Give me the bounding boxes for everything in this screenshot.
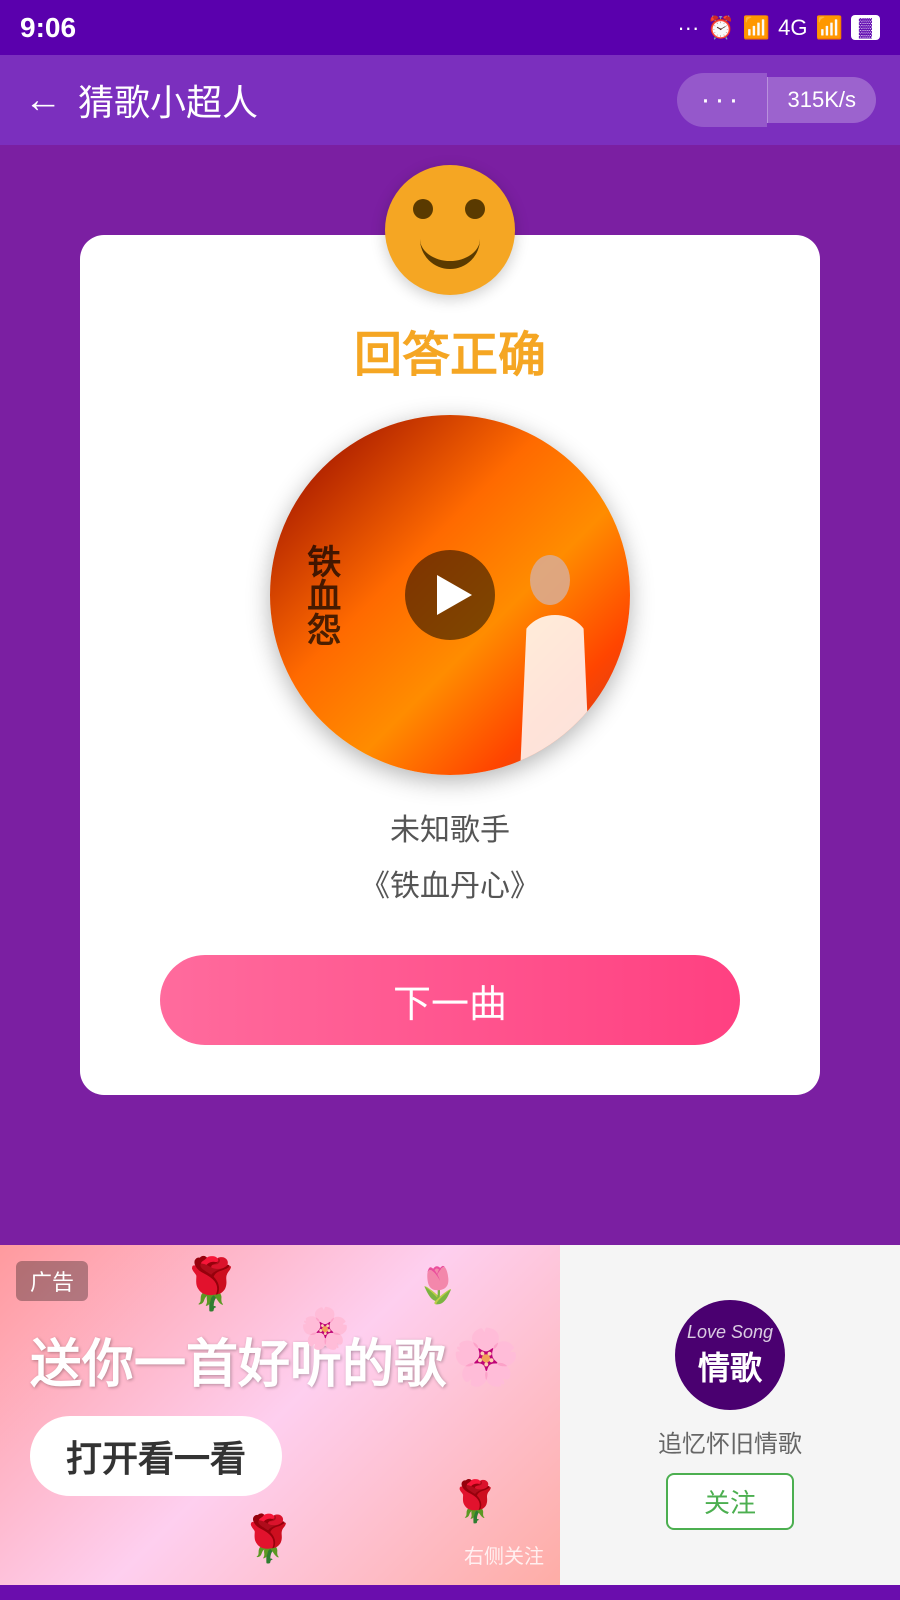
rose-decoration-5: 🌹 [450, 1478, 500, 1525]
signal-icon2: 📶 [815, 15, 842, 41]
signal-dots: ··· [677, 15, 699, 41]
logo-main-text: 情歌 [698, 1343, 762, 1389]
next-song-button[interactable]: 下一曲 [160, 955, 740, 1045]
status-time: 9:06 [20, 12, 76, 44]
song-artist: 未知歌手 [390, 805, 510, 849]
album-figure [510, 555, 610, 775]
top-bar-right: ··· 315K/s [677, 73, 876, 127]
smiley-icon [385, 165, 515, 295]
rose-decoration: 🌹 [180, 1255, 242, 1314]
album-text-overlay: 铁血怨 [300, 544, 341, 646]
page-title: 猜歌小超人 [78, 74, 258, 126]
rose-decoration-3: 🌹 [240, 1512, 296, 1565]
ad-banner: 🌹 🌸 🌹 🌸 🌹 🌷 广告 送你一首好听的歌 打开看一看 右侧关注 Love … [0, 1245, 900, 1585]
menu-button[interactable]: ··· [677, 73, 767, 127]
status-bar: 9:06 ··· ⏰ 📶 4G 📶 ▓ [0, 0, 900, 55]
rose-decoration-6: 🌷 [416, 1265, 460, 1306]
correct-text: 回答正确 [354, 315, 546, 385]
speed-badge: 315K/s [767, 77, 877, 123]
top-bar: ← 猜歌小超人 ··· 315K/s [0, 55, 900, 145]
ad-left[interactable]: 🌹 🌸 🌹 🌸 🌹 🌷 广告 送你一首好听的歌 打开看一看 右侧关注 [0, 1245, 560, 1585]
ad-open-button[interactable]: 打开看一看 [30, 1416, 282, 1496]
song-title: 《铁血丹心》 [360, 861, 540, 905]
smiley-container [385, 165, 515, 295]
rose-decoration-4: 🌸 [452, 1325, 520, 1390]
follow-button[interactable]: 关注 [666, 1473, 794, 1530]
album-background: 铁血怨 [270, 415, 630, 775]
ad-badge: 广告 [16, 1261, 88, 1301]
play-button[interactable] [405, 550, 495, 640]
logo-love-text: Love Song [687, 1322, 773, 1343]
rose-decoration-2: 🌸 [300, 1305, 350, 1352]
signal-bars-icon: 📶 [743, 15, 770, 41]
play-icon [437, 575, 472, 615]
ad-right: Love Song 情歌 追忆怀旧情歌 关注 [560, 1245, 900, 1585]
top-bar-left: ← 猜歌小超人 [24, 74, 258, 126]
network-type: 4G [778, 15, 807, 41]
status-icons: ··· ⏰ 📶 4G 📶 ▓ [677, 15, 880, 41]
ad-right-note: 右侧关注 [464, 1540, 544, 1569]
main-content: 回答正确 铁血怨 未知歌手 《铁血丹心》 下一曲 [0, 145, 900, 1245]
ad-right-description: 追忆怀旧情歌 [658, 1424, 802, 1459]
album-art[interactable]: 铁血怨 [270, 415, 630, 775]
clock-icon: ⏰ [707, 15, 734, 41]
love-song-logo: Love Song 情歌 [675, 1300, 785, 1410]
back-button[interactable]: ← [24, 79, 62, 122]
result-card: 回答正确 铁血怨 未知歌手 《铁血丹心》 下一曲 [80, 235, 820, 1095]
battery-icon: ▓ [851, 15, 880, 40]
